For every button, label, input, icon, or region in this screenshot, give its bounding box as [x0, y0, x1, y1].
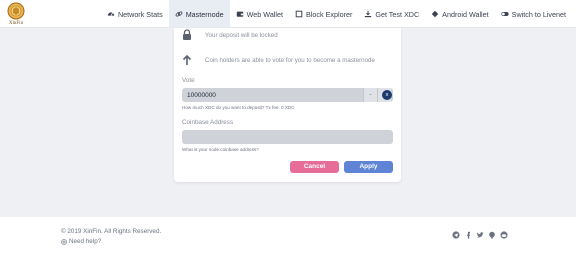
facebook-icon[interactable] [464, 231, 472, 239]
nav-item-label: Web Wallet [246, 9, 284, 19]
logo-text: XinFin [8, 21, 24, 26]
nav-item-android-wallet[interactable]: Android Wallet [425, 0, 494, 28]
apply-button[interactable]: Apply [344, 161, 393, 173]
vote-input-value: 10000000 [187, 91, 216, 99]
footer: © 2019 XinFin. All Rights Reserved. Need… [0, 217, 576, 259]
coinbase-help-text: What is your node coinbase address? [182, 147, 259, 152]
coinbase-address-input[interactable] [182, 130, 393, 144]
vote-label: Vote [182, 77, 195, 84]
vote-clear-button[interactable]: x [382, 90, 392, 100]
coinbase-label: Coinbase Address [182, 119, 234, 126]
nav-item-label: Get Test XDC [375, 9, 420, 19]
github-icon[interactable] [488, 231, 496, 239]
nav-item-label: Masternode [185, 9, 224, 19]
deposit-locked-text: Your deposit will be locked [205, 31, 278, 39]
nav-item-network-stats[interactable]: Network Stats [101, 0, 169, 28]
toggle-icon [501, 12, 509, 16]
need-help-link[interactable]: Need help? [61, 238, 101, 245]
help-icon [61, 238, 67, 245]
vote-help-text: How much XDC do you want to deposit? Tx … [182, 105, 295, 110]
nav-item-get-test-xdc[interactable]: Get Test XDC [358, 0, 425, 28]
reddit-icon[interactable] [500, 231, 508, 239]
nav-item-label: Block Explorer [306, 9, 353, 19]
dashboard-icon [107, 12, 115, 16]
cube-icon [295, 10, 303, 18]
nav-item-label: Network Stats [117, 9, 163, 19]
wallet-icon [236, 11, 243, 17]
need-help-label: Need help? [69, 238, 102, 245]
android-icon [431, 10, 439, 18]
xinfin-logo[interactable]: XinFin [6, 1, 26, 27]
vote-decrement-button[interactable]: - [363, 88, 377, 102]
social-links [452, 231, 512, 239]
logo-emblem-icon [7, 2, 25, 20]
nav-menu: Network Stats Masternode Web Wallet Bloc… [101, 0, 572, 28]
deposit-locked-info: Your deposit will be locked [182, 29, 278, 41]
cancel-button[interactable]: Cancel [290, 161, 339, 173]
vote-info-text: Coin holders are able to vote for you to… [205, 56, 375, 64]
vote-input[interactable]: 10000000 - + [182, 88, 393, 102]
nav-item-web-wallet[interactable]: Web Wallet [230, 0, 289, 28]
masternode-form-card: Your deposit will be locked Coin holders… [174, 28, 401, 182]
nav-item-masternode[interactable]: Masternode [168, 0, 230, 28]
twitter-icon[interactable] [476, 231, 484, 239]
lock-icon [183, 29, 191, 40]
copyright-text: © 2019 XinFin. All Rights Reserved. [61, 228, 162, 235]
nav-item-block-explorer[interactable]: Block Explorer [289, 0, 358, 28]
arrow-up-icon [182, 54, 192, 65]
nav-item-switch-livenet[interactable]: Switch to Livenet [495, 0, 572, 28]
download-icon [365, 10, 372, 18]
telegram-icon[interactable] [452, 231, 460, 239]
top-navbar: XinFin Network Stats Masternode Web Wall… [0, 0, 576, 28]
nav-item-label: Switch to Livenet [511, 9, 566, 19]
vote-info: Coin holders are able to vote for you to… [182, 54, 375, 66]
link-icon [175, 11, 183, 17]
nav-item-label: Android Wallet [442, 9, 489, 19]
